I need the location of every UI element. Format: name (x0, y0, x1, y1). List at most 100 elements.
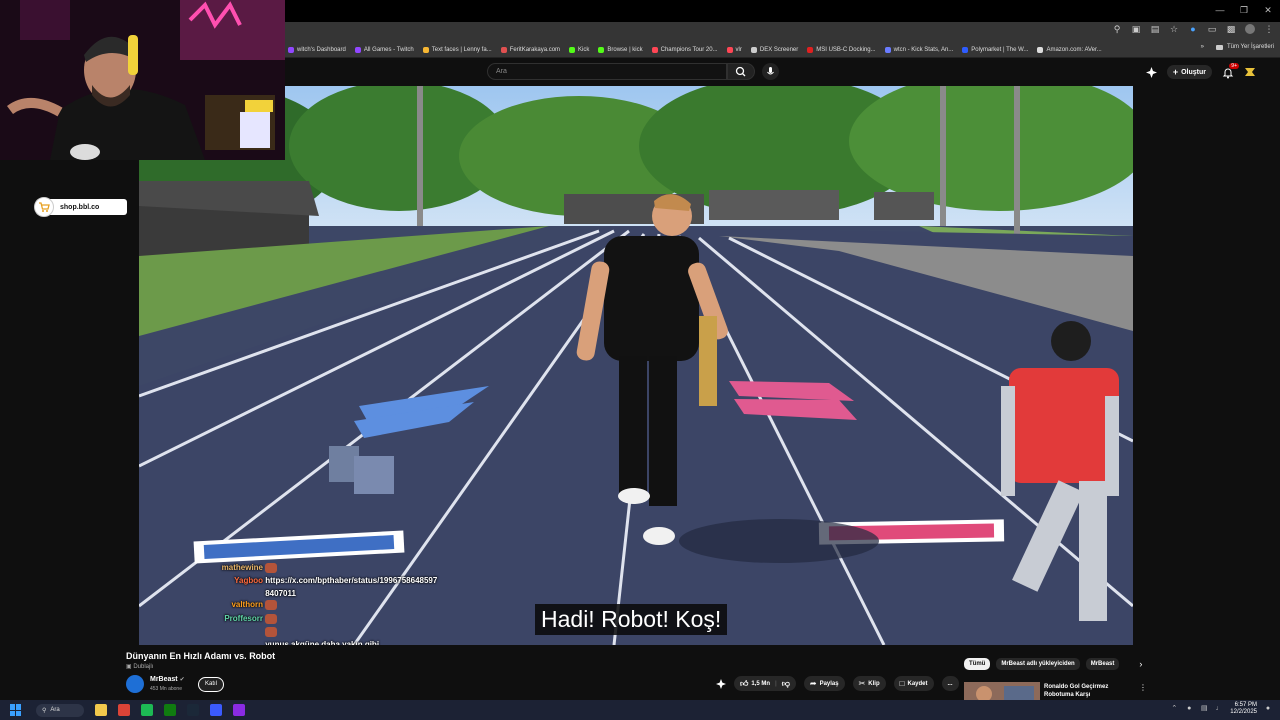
xbox-icon[interactable] (164, 704, 176, 716)
bookmark-label: All Games - Twitch (363, 46, 414, 53)
save-button[interactable]: □ Kaydet (893, 676, 934, 691)
bookmark-item[interactable]: Amazon.com: AVer... (1037, 46, 1102, 53)
address-bar[interactable]: ⚲ ▣ ▤ ☆ ● ▭ ▩ ⋮ (285, 22, 1280, 42)
windows-start-icon[interactable] (10, 704, 22, 716)
all-bookmarks[interactable]: Tüm Yer İşaretleri (1227, 44, 1274, 50)
bookmark-item[interactable]: wtcn - Kick Stats, An... (884, 46, 953, 53)
recommended-menu-icon[interactable]: ⋮ (1139, 683, 1147, 692)
clock-time: 6:57 PM (1234, 702, 1257, 708)
video-player[interactable] (139, 86, 1133, 645)
bookmark-item[interactable]: Champions Tour 20... (651, 46, 718, 53)
bookmark-item[interactable]: Text faces | Lenny fa... (422, 46, 492, 53)
chevron-right-icon[interactable]: › (1139, 659, 1142, 669)
subscriber-count: 453 Mn abone (150, 686, 182, 692)
chip-all[interactable]: Tümü (964, 658, 991, 670)
favicon-icon (598, 46, 605, 53)
bookmark-item[interactable]: MSI USB-C Docking... (807, 46, 876, 53)
recommended-thumbnail[interactable] (964, 682, 1040, 700)
bookmarks-more[interactable]: » (1201, 44, 1204, 50)
video-actions: 👍︎ 1,5 Mn | 👎︎ ➦ Paylaş ✂ Klip □ Kaydet ... (716, 676, 959, 691)
bookmark-item[interactable]: All Games - Twitch (354, 46, 414, 53)
search-input[interactable]: Ara (487, 63, 727, 80)
thumbs-down-icon[interactable]: 👎︎ (782, 679, 790, 689)
taskbar-search-label: Ara (50, 707, 60, 713)
system-tray: ⌃ ● ▤ ♩ 6:57 PM 12/2/2025 ● (1170, 702, 1272, 716)
app-icon-b[interactable] (233, 704, 245, 716)
more-actions-button[interactable]: ... (941, 676, 959, 691)
tab-search-icon[interactable]: ▭ (1207, 24, 1217, 34)
create-button[interactable]: + Oluştur (1166, 65, 1212, 79)
bookmark-item[interactable]: witch's Dashboard (288, 46, 346, 53)
gemini-ask-icon[interactable] (716, 678, 726, 689)
chat-username[interactable]: mathewine (200, 563, 263, 572)
chat-username[interactable]: Yagboo (200, 576, 263, 585)
chat-username[interactable]: valthorn (200, 600, 263, 609)
notification-center-icon[interactable]: ● (1264, 705, 1272, 713)
favicon-icon (1037, 46, 1044, 53)
search-button[interactable] (727, 63, 755, 80)
mic-tray-icon[interactable]: ● (1185, 705, 1193, 713)
notification-count: 9+ (1229, 63, 1239, 69)
join-button[interactable]: Katıl (198, 677, 224, 692)
bookmark-label: Text faces | Lenny fa... (431, 46, 492, 53)
channel-avatar[interactable] (126, 675, 144, 693)
chrome-icon[interactable] (118, 704, 130, 716)
chat-username[interactable]: Proffesorr (200, 614, 263, 623)
bookmark-label: Browse | kick (607, 46, 643, 53)
chat-message: Proffesorr (200, 614, 278, 624)
avatar[interactable] (1244, 66, 1256, 78)
extension-icon[interactable]: ● (1188, 24, 1198, 34)
shop-badge: shop.bbl.co (34, 197, 127, 217)
channel-name[interactable]: MrBeast ✔ (150, 676, 185, 683)
app-icon-a[interactable] (210, 704, 222, 716)
favicon-icon (354, 46, 361, 53)
minimize-icon[interactable]: — (1208, 0, 1232, 20)
favicon-icon (962, 46, 969, 53)
close-icon[interactable]: ✕ (1256, 0, 1280, 20)
bookmark-item[interactable]: Browse | kick (598, 46, 643, 53)
zoom-icon[interactable]: ⚲ (1112, 24, 1122, 34)
bookmark-item[interactable]: Polymarket | The W... (962, 46, 1028, 53)
profile-icon[interactable] (1245, 24, 1255, 34)
volume-icon[interactable]: ♩ (1215, 705, 1223, 713)
recommended-title[interactable]: Ronaldo Gol Geçirmez Robotuma Karşı (1044, 683, 1134, 699)
cast-icon[interactable]: ▣ (1131, 24, 1141, 34)
save-label: Kaydet (907, 680, 928, 687)
chip-from-uploader[interactable]: MrBeast adlı yükleyiciden (996, 658, 1080, 670)
bookmark-item[interactable]: DEX Screener (750, 46, 798, 53)
chat-message: mathewine (200, 563, 278, 573)
puzzle-icon[interactable]: ▩ (1226, 24, 1236, 34)
file-explorer-icon[interactable] (95, 704, 107, 716)
chat-emote-icon (265, 627, 278, 637)
favicon-icon (726, 46, 733, 53)
clip-button[interactable]: ✂ Klip (852, 676, 886, 691)
spotify-icon[interactable] (141, 704, 153, 716)
bookmark-item[interactable]: vlr (726, 46, 742, 53)
taskbar-search[interactable]: ⚲ Ara (36, 703, 84, 717)
chat-message: valthorn (200, 600, 278, 610)
clock[interactable]: 6:57 PM 12/2/2025 (1230, 702, 1257, 716)
bookmark-label: Kick (578, 46, 590, 53)
bookmark-star-icon[interactable]: ☆ (1169, 24, 1179, 34)
shopping-cart-icon (34, 197, 54, 217)
favicon-icon (569, 46, 576, 53)
header-right: + Oluştur 9+ (1145, 63, 1256, 79)
steam-icon[interactable] (187, 704, 199, 716)
bookmark-item[interactable]: FeritKarakaya.com (500, 46, 560, 53)
notifications-button[interactable]: 9+ (1222, 63, 1239, 79)
network-icon[interactable]: ▤ (1200, 705, 1208, 713)
share-button[interactable]: ➦ Paylaş (803, 676, 845, 691)
restore-icon[interactable]: ❐ (1232, 0, 1256, 20)
chip-channel[interactable]: MrBeast (1085, 658, 1120, 670)
more-actions-label: ... (947, 680, 953, 687)
translate-icon[interactable]: ▤ (1150, 24, 1160, 34)
related-chips: Tümü MrBeast adlı yükleyiciden MrBeast › (964, 658, 1142, 670)
scissors-icon: ✂ (858, 679, 866, 688)
like-button[interactable]: 👍︎ 1,5 Mn | 👎︎ (734, 676, 796, 691)
gemini-icon[interactable] (1145, 66, 1157, 78)
voice-search-button[interactable] (762, 63, 779, 80)
chevron-up-icon[interactable]: ⌃ (1170, 705, 1178, 713)
favicon-icon (750, 46, 757, 53)
menu-dots-icon[interactable]: ⋮ (1264, 24, 1274, 34)
bookmark-item[interactable]: Kick (569, 46, 590, 53)
